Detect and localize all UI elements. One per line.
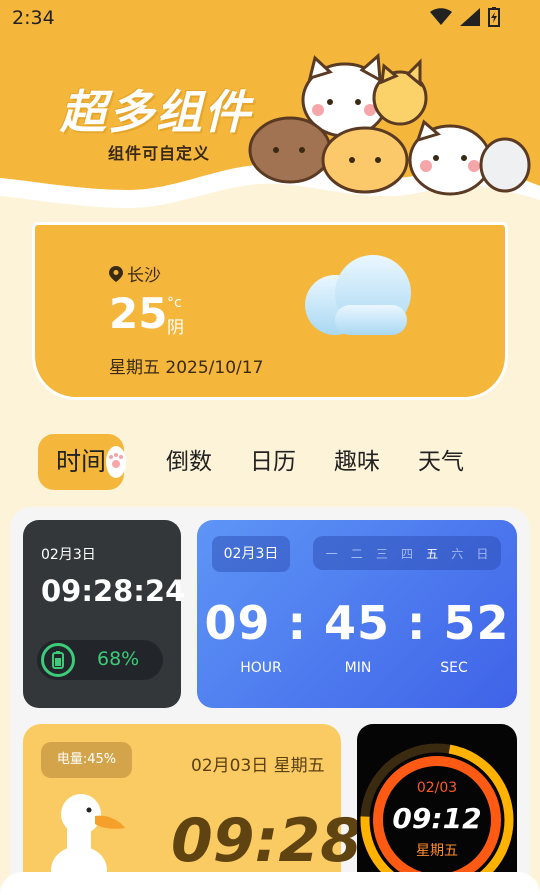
weekday-sat: 六 [451, 546, 464, 561]
weather-unit: °c [167, 295, 182, 311]
weekday-sun: 日 [476, 546, 489, 561]
blue-clock-separator: : [287, 596, 307, 650]
blue-clock-hour: 09 [204, 596, 271, 650]
tab-time[interactable]: 时间 [38, 434, 127, 490]
bottom-sheet [0, 872, 540, 895]
dark-clock-widget[interactable]: 02月3日 09:28:24 68% [23, 520, 185, 708]
battery-pill: 68% [37, 640, 163, 680]
weather-location: 长沙 [109, 261, 161, 286]
dark-clock-date: 02月3日 [41, 547, 96, 563]
cloud-icon [305, 255, 411, 335]
tab-countdown[interactable]: 倒数 [166, 434, 212, 490]
duck-battery-badge: 电量:45% [41, 742, 132, 778]
tab-fun[interactable]: 趣味 [334, 434, 380, 490]
cat-paw-icon [106, 446, 127, 478]
ring-clock-widget[interactable]: 02/03 09:12 星期五 [357, 724, 517, 895]
hour-label: HOUR [240, 660, 282, 676]
blue-clock-time: 09 : 45 : 52 [197, 596, 517, 650]
weekday-wed: 三 [375, 546, 388, 561]
weekday-tue: 二 [350, 546, 363, 561]
sec-label: SEC [440, 660, 468, 676]
hero-title: 超多组件 [60, 85, 252, 139]
weather-condition: 阴 [167, 318, 184, 338]
blue-clock-date: 02月3日 [212, 536, 290, 572]
weekday-thu: 四 [400, 546, 413, 561]
ring-clock-time: 09:12 [392, 802, 482, 835]
status-bar: 2:34 [0, 0, 540, 36]
ring-clock-weekday: 星期五 [416, 843, 458, 859]
category-tabs: 时间 倒数 日历 趣味 天气 [38, 434, 508, 490]
location-pin-icon [109, 265, 123, 282]
weather-city: 长沙 [127, 266, 161, 286]
weather-temperature: 25 [109, 289, 168, 338]
blue-clock-separator: : [407, 596, 427, 650]
duck-clock-date: 02月03日 星期五 [191, 756, 325, 776]
weekday-mon: 一 [325, 546, 338, 561]
duck-clock-time: 09:28 [171, 806, 362, 876]
signal-icon [460, 8, 480, 26]
status-time: 2:34 [12, 7, 55, 29]
blue-clock-second: 52 [443, 596, 510, 650]
tab-time-label: 时间 [56, 447, 107, 476]
duck-clock-widget[interactable]: 电量:45% 02月03日 星期五 09:28 [23, 724, 362, 895]
dark-clock-time: 09:28:24 [41, 574, 186, 608]
ring-clock-date: 02/03 [416, 780, 458, 796]
weekday-fri: 五 [426, 546, 439, 561]
blue-clock-widget[interactable]: 02月3日 一 二 三 四 五 六 日 09 : 45 : 52 HOUR MI… [197, 520, 517, 708]
hero-subtitle: 组件可自定义 [108, 144, 211, 163]
weather-widget[interactable]: 长沙 25 °c 阴 星期五 2025/10/17 [32, 222, 508, 400]
min-label: MIN [344, 660, 372, 676]
weather-date: 星期五 2025/10/17 [109, 358, 264, 378]
battery-ring-icon [41, 643, 75, 677]
wifi-icon [430, 8, 452, 25]
battery-percent: 68% [97, 648, 140, 670]
battery-icon [488, 7, 500, 27]
blue-clock-minute: 45 [323, 596, 390, 650]
duck-illustration [51, 794, 125, 882]
tab-calendar[interactable]: 日历 [250, 434, 296, 490]
weekday-strip: 一 二 三 四 五 六 日 [313, 536, 501, 570]
tab-weather[interactable]: 天气 [418, 434, 464, 490]
